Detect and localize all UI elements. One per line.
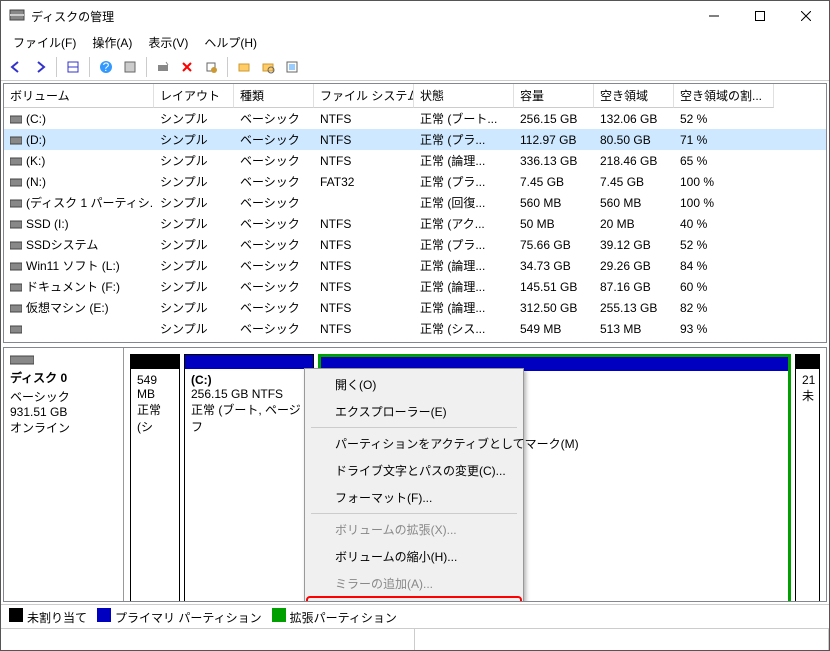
menu-action[interactable]: 操作(A) [84,31,140,54]
properties-button[interactable] [200,56,222,78]
swatch-unallocated [9,608,23,622]
minimize-button[interactable] [691,1,737,31]
col-capacity[interactable]: 容量 [514,84,594,108]
table-row[interactable]: Win11 ソフト (L:)シンプルベーシックNTFS正常 (論理...34.7… [4,255,826,276]
refresh-button[interactable] [152,56,174,78]
swatch-primary [97,608,111,622]
ctx-explorer[interactable]: エクスプローラー(E) [307,398,521,425]
help-button[interactable]: ? [95,56,117,78]
separator [146,57,147,77]
toolbar: ? [1,53,829,81]
table-row[interactable]: 仕事 (H:)シンプルベーシックNTFS正常 (論理...102.84 GB10… [4,339,826,342]
col-layout[interactable]: レイアウト [154,84,234,108]
settings-button[interactable] [119,56,141,78]
col-filesystem[interactable]: ファイル システム [314,84,414,108]
delete-button[interactable] [176,56,198,78]
separator [56,57,57,77]
table-row[interactable]: 仮想マシン (E:)シンプルベーシックNTFS正常 (論理...312.50 G… [4,297,826,318]
swatch-extended [272,608,286,622]
legend: 未割り当て プライマリ パーティション 拡張パーティション [1,604,829,628]
partition-unallocated[interactable]: 21未 [795,354,820,602]
titlebar: ディスクの管理 [1,1,829,31]
action2-button[interactable] [257,56,279,78]
disk-graphical-view: ディスク 0 ベーシック 931.51 GB オンライン 549 MB正常 (シ… [3,347,827,602]
forward-button[interactable] [29,56,51,78]
disk-management-window: ディスクの管理 ファイル(F) 操作(A) 表示(V) ヘルプ(H) ? ボリュ… [0,0,830,651]
separator [227,57,228,77]
content: ボリューム レイアウト 種類 ファイル システム 状態 容量 空き領域 空き領域… [1,81,829,628]
menu-help[interactable]: ヘルプ(H) [196,31,265,54]
ctx-add-mirror: ミラーの追加(A)... [307,570,521,597]
stripe-system [131,355,179,369]
ctx-change-letter[interactable]: ドライブ文字とパスの変更(C)... [307,457,521,484]
maximize-button[interactable] [737,1,783,31]
disk-0-row: ディスク 0 ベーシック 931.51 GB オンライン 549 MB正常 (シ… [4,348,826,602]
col-free[interactable]: 空き領域 [594,84,674,108]
col-percent[interactable]: 空き領域の割... [674,84,774,108]
window-title: ディスクの管理 [31,8,691,25]
ctx-shrink[interactable]: ボリュームの縮小(H)... [307,543,521,570]
context-menu: 開く(O) エクスプローラー(E) パーティションをアクティブとしてマーク(M)… [304,368,524,602]
ctx-open[interactable]: 開く(O) [307,371,521,398]
ctx-delete-volume[interactable]: ボリュームの削除(D)... [307,597,521,602]
disk-0-label[interactable]: ディスク 0 ベーシック 931.51 GB オンライン [4,348,124,602]
menubar: ファイル(F) 操作(A) 表示(V) ヘルプ(H) [1,31,829,53]
ctx-format[interactable]: フォーマット(F)... [307,484,521,511]
table-row[interactable]: (K:)シンプルベーシックNTFS正常 (論理...336.13 GB218.4… [4,150,826,171]
table-row[interactable]: (ディスク 1 パーティシ...シンプルベーシック正常 (回復...560 MB… [4,192,826,213]
stripe-primary [185,355,313,369]
col-status[interactable]: 状態 [414,84,514,108]
back-button[interactable] [5,56,27,78]
action3-button[interactable] [281,56,303,78]
menu-file[interactable]: ファイル(F) [5,31,84,54]
table-row[interactable]: SSD (I:)シンプルベーシックNTFS正常 (アク...50 MB20 MB… [4,213,826,234]
close-button[interactable] [783,1,829,31]
col-volume[interactable]: ボリューム [4,84,154,108]
table-row[interactable]: (D:)シンプルベーシックNTFS正常 (プラ...112.97 GB80.50… [4,129,826,150]
menu-view[interactable]: 表示(V) [140,31,196,54]
ctx-mark-active[interactable]: パーティションをアクティブとしてマーク(M) [307,430,521,457]
table-row[interactable]: シンプルベーシックNTFS正常 (シス...549 MB513 MB93 % [4,318,826,339]
disk-icon [10,354,34,366]
volume-list: ボリューム レイアウト 種類 ファイル システム 状態 容量 空き領域 空き領域… [3,83,827,343]
table-row[interactable]: (C:)シンプルベーシックNTFS正常 (ブート...256.15 GB132.… [4,108,826,129]
col-type[interactable]: 種類 [234,84,314,108]
svg-text:?: ? [103,60,110,74]
disk-0-partitions: 549 MB正常 (シ (C:)256.15 GB NTFS正常 (ブート, ペ… [124,348,826,602]
table-row[interactable]: (N:)シンプルベーシックFAT32正常 (プラ...7.45 GB7.45 G… [4,171,826,192]
list-body[interactable]: (C:)シンプルベーシックNTFS正常 (ブート...256.15 GB132.… [4,108,826,342]
separator [89,57,90,77]
app-icon [9,7,25,26]
list-header: ボリューム レイアウト 種類 ファイル システム 状態 容量 空き領域 空き領域… [4,84,826,108]
view-list-button[interactable] [62,56,84,78]
table-row[interactable]: ドキュメント (F:)シンプルベーシックNTFS正常 (論理...145.51 … [4,276,826,297]
action1-button[interactable] [233,56,255,78]
statusbar [1,628,829,650]
ctx-extend: ボリュームの拡張(X)... [307,516,521,543]
partition[interactable]: 549 MB正常 (シ [130,354,180,602]
partition[interactable]: (C:)256.15 GB NTFS正常 (ブート, ページ フ [184,354,314,602]
table-row[interactable]: SSDシステムシンプルベーシックNTFS正常 (プラ...75.66 GB39.… [4,234,826,255]
